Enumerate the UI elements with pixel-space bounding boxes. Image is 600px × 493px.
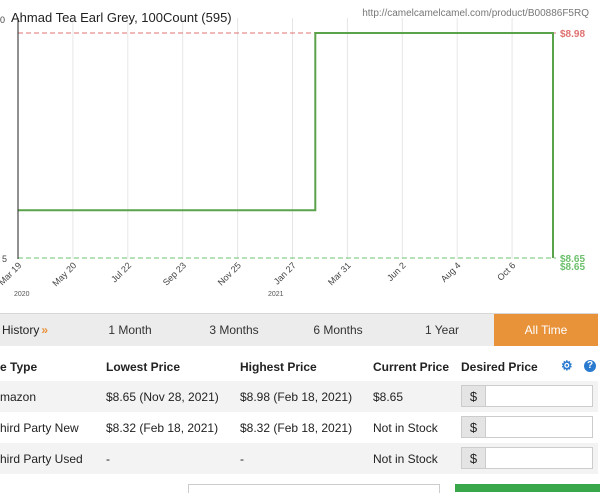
tab-6-months[interactable]: 6 Months bbox=[286, 314, 390, 346]
price-line bbox=[18, 32, 554, 258]
lowest-price-cell: $8.65 (Nov 28, 2021) bbox=[106, 381, 240, 412]
min-price-label: $8.65 bbox=[560, 262, 585, 273]
x-tick-label: Jan 27 bbox=[272, 260, 298, 286]
year-label: 2020 bbox=[14, 291, 30, 298]
chart-title: Ahmad Tea Earl Grey, 100Count (595) bbox=[11, 10, 232, 25]
currency-addon: $ bbox=[461, 385, 486, 407]
col-header-desired-label: Desired Price bbox=[461, 359, 538, 374]
current-price-cell: Not in Stock bbox=[373, 420, 438, 435]
table-header-row: e Type Lowest Price Highest Price Curren… bbox=[0, 352, 598, 381]
lowest-price-cell: $8.32 (Feb 18, 2021) bbox=[106, 420, 219, 435]
price-type-cell: mazon bbox=[0, 381, 106, 412]
year-label: 2021 bbox=[268, 291, 284, 298]
gear-icon[interactable]: ⚙ bbox=[561, 358, 573, 374]
x-tick-label: Jul 22 bbox=[109, 260, 133, 284]
desired-price-input[interactable] bbox=[486, 416, 593, 438]
x-tick-label: Oct 6 bbox=[495, 260, 517, 282]
desired-price-cell: $ bbox=[461, 381, 598, 412]
desired-price-cell: $ bbox=[461, 412, 598, 443]
highest-price-cell: $8.98 (Feb 18, 2021) bbox=[240, 381, 373, 412]
reference-lines bbox=[18, 32, 556, 259]
x-tick-label: Nov 25 bbox=[216, 260, 243, 287]
double-chevron-right-icon: » bbox=[41, 323, 49, 337]
y-tick-label: 0 bbox=[0, 15, 5, 25]
col-header-highest: Highest Price bbox=[240, 359, 317, 374]
col-header-desired: Desired Price ⚙ ? bbox=[461, 352, 598, 381]
x-tick-label: Mar 31 bbox=[326, 260, 353, 287]
col-header-type: e Type bbox=[0, 359, 38, 374]
product-url[interactable]: http://camelcamelcamel.com/product/B0088… bbox=[362, 8, 589, 19]
table-row: hird Party New $8.32 (Feb 18, 2021) $8.3… bbox=[0, 412, 598, 443]
price-type-cell: hird Party New bbox=[0, 420, 79, 435]
x-tick-label: Sep 23 bbox=[161, 260, 188, 287]
x-tick-label: Mar 19 bbox=[0, 260, 23, 287]
price-series bbox=[18, 32, 554, 258]
table-row: hird Party Used - - Not in Stock $ bbox=[0, 443, 598, 474]
timeframe-tabs: History» 1 Month 3 Months 6 Months 1 Yea… bbox=[0, 313, 598, 346]
x-tick-labels: Mar 19 May 20 Jul 22 Sep 23 Nov 25 Jan 27 Mar … bbox=[0, 260, 518, 288]
highest-price-cell: - bbox=[240, 443, 373, 474]
tab-history-label: History bbox=[2, 323, 40, 337]
desired-price-input[interactable] bbox=[486, 385, 593, 407]
table-row: mazon $8.65 (Nov 28, 2021) $8.98 (Feb 18… bbox=[0, 381, 598, 412]
tab-history[interactable]: History» bbox=[0, 314, 80, 346]
col-header-lowest: Lowest Price bbox=[106, 359, 181, 374]
current-price-cell: Not in Stock bbox=[373, 443, 461, 474]
y-tick-label: 5 bbox=[2, 254, 7, 264]
price-history-chart: 0 5 Ahmad Tea Earl Grey, 100Count (595) … bbox=[0, 8, 589, 298]
bottom-field[interactable] bbox=[188, 484, 440, 493]
highest-price-cell: $8.32 (Feb 18, 2021) bbox=[240, 420, 353, 435]
current-price-cell: $8.65 bbox=[373, 381, 461, 412]
chart-grid bbox=[17, 18, 513, 259]
max-price-label: $8.98 bbox=[560, 29, 585, 40]
bottom-action-button[interactable] bbox=[455, 484, 600, 492]
x-tick-label: May 20 bbox=[50, 260, 78, 288]
tab-1-year[interactable]: 1 Year bbox=[390, 314, 494, 346]
currency-addon: $ bbox=[461, 447, 486, 469]
currency-addon: $ bbox=[461, 416, 486, 438]
desired-price-input[interactable] bbox=[486, 447, 593, 469]
price-table: e Type Lowest Price Highest Price Curren… bbox=[0, 352, 598, 474]
lowest-price-cell: - bbox=[106, 443, 240, 474]
x-tick-label: Aug 4 bbox=[439, 260, 463, 284]
price-type-cell: hird Party Used bbox=[0, 443, 106, 474]
x-tick-label: Jun 2 bbox=[385, 260, 408, 283]
tab-1-month[interactable]: 1 Month bbox=[78, 314, 182, 346]
desired-price-cell: $ bbox=[461, 443, 598, 474]
tab-all-time[interactable]: All Time bbox=[494, 314, 598, 346]
tab-3-months[interactable]: 3 Months bbox=[182, 314, 286, 346]
col-header-current: Current Price bbox=[373, 359, 450, 374]
help-icon[interactable]: ? bbox=[584, 360, 596, 372]
